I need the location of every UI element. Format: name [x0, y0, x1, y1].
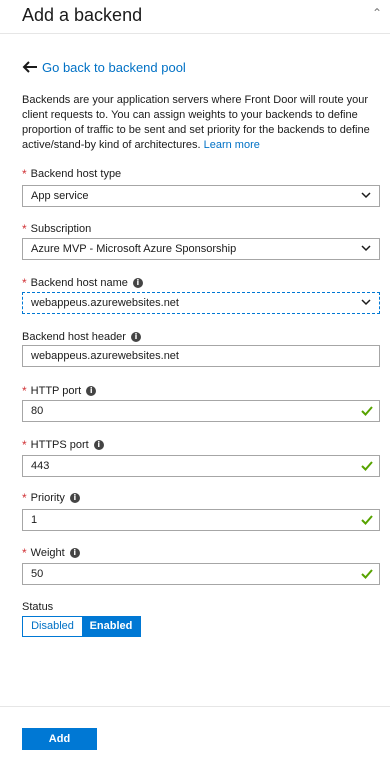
- required-marker: *: [22, 384, 27, 398]
- add-button[interactable]: Add: [22, 728, 97, 750]
- page-title: Add a backend: [22, 5, 143, 25]
- https-port-label-text: HTTPS port: [30, 439, 89, 451]
- weight-label-text: Weight: [30, 547, 65, 559]
- status-label: Status: [22, 601, 54, 613]
- arrow-left-icon: [22, 61, 37, 73]
- required-marker: *: [22, 438, 27, 452]
- chevron-down-icon: [361, 299, 371, 306]
- subscription-select[interactable]: Azure MVP - Microsoft Azure Sponsorship: [22, 238, 380, 260]
- checkmark-icon: [361, 461, 373, 471]
- status-disabled-option[interactable]: Disabled: [23, 617, 82, 636]
- priority-input[interactable]: 1: [22, 509, 380, 531]
- chevron-down-icon: [361, 192, 371, 199]
- back-to-backend-pool-link[interactable]: Go back to backend pool: [22, 58, 186, 76]
- subscription-label: * Subscription: [22, 222, 91, 236]
- https-port-input[interactable]: 443: [22, 455, 380, 477]
- host-header-value: webappeus.azurewebsites.net: [31, 350, 179, 362]
- required-marker: *: [22, 222, 27, 236]
- http-port-input[interactable]: 80: [22, 400, 380, 422]
- required-marker: *: [22, 546, 27, 560]
- info-icon[interactable]: i: [86, 386, 97, 396]
- status-enabled-option[interactable]: Enabled: [82, 617, 140, 636]
- footer-divider: [0, 706, 390, 707]
- priority-value: 1: [31, 514, 38, 526]
- required-marker: *: [22, 491, 27, 505]
- http-port-label-text: HTTP port: [30, 385, 82, 397]
- host-header-label-text: Backend host header: [22, 331, 126, 343]
- host-type-select[interactable]: App service: [22, 185, 380, 207]
- https-port-label: * HTTPS port i: [22, 438, 104, 452]
- host-header-label: Backend host header i: [22, 331, 141, 343]
- info-icon[interactable]: i: [69, 548, 80, 558]
- http-port-label: * HTTP port i: [22, 384, 97, 398]
- host-name-label: * Backend host name i: [22, 276, 143, 290]
- info-icon[interactable]: i: [69, 493, 80, 503]
- info-icon[interactable]: i: [132, 278, 143, 288]
- https-port-value: 443: [31, 460, 50, 472]
- info-icon[interactable]: i: [130, 332, 141, 342]
- blade-header: Add a backend ⌃: [0, 0, 390, 34]
- description-text: Backends are your application servers wh…: [22, 94, 370, 151]
- host-type-label: * Backend host type: [22, 167, 121, 181]
- checkmark-icon: [361, 569, 373, 579]
- weight-value: 50: [31, 568, 44, 580]
- host-name-label-text: Backend host name: [30, 277, 128, 289]
- checkmark-icon: [361, 515, 373, 525]
- priority-label: * Priority i: [22, 491, 80, 505]
- subscription-value: Azure MVP - Microsoft Azure Sponsorship: [31, 243, 237, 255]
- weight-label: * Weight i: [22, 546, 80, 560]
- required-marker: *: [22, 276, 27, 290]
- status-toggle[interactable]: Disabled Enabled: [22, 616, 141, 637]
- info-icon[interactable]: i: [93, 440, 104, 450]
- back-link-label: Go back to backend pool: [42, 59, 186, 75]
- host-name-value: webappeus.azurewebsites.net: [31, 297, 179, 309]
- host-type-label-text: Backend host type: [30, 168, 122, 180]
- weight-input[interactable]: 50: [22, 563, 380, 585]
- description: Backends are your application servers wh…: [22, 93, 378, 153]
- required-marker: *: [22, 167, 27, 181]
- host-type-value: App service: [31, 190, 89, 202]
- scroll-up-icon[interactable]: ⌃: [372, 6, 386, 20]
- subscription-label-text: Subscription: [30, 223, 92, 235]
- checkmark-icon: [361, 406, 373, 416]
- chevron-down-icon: [361, 245, 371, 252]
- learn-more-link[interactable]: Learn more: [204, 139, 260, 151]
- host-name-select[interactable]: webappeus.azurewebsites.net: [22, 292, 380, 314]
- host-header-input[interactable]: webappeus.azurewebsites.net: [22, 345, 380, 367]
- priority-label-text: Priority: [30, 492, 65, 504]
- http-port-value: 80: [31, 405, 44, 417]
